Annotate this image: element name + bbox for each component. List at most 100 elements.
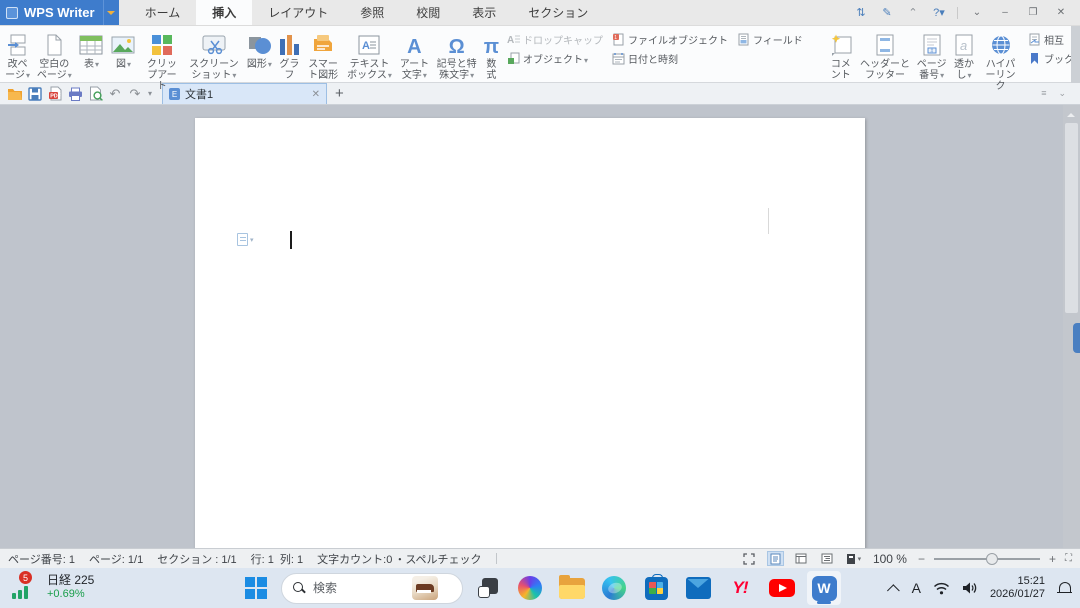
page-number-icon: # (921, 30, 943, 57)
status-spell-check[interactable]: ・スペルチェック (394, 551, 481, 567)
microsoft-store-button[interactable] (639, 571, 673, 605)
status-char-count[interactable]: 文字カウント:0 (317, 551, 392, 567)
smart-art-icon (310, 30, 336, 57)
view-mode-dropdown[interactable]: ▾ (845, 551, 862, 566)
bookmark-button[interactable]: ブック (1027, 50, 1074, 66)
outline-view-icon[interactable] (819, 551, 836, 566)
export-pdf-icon[interactable]: PDF (46, 86, 64, 102)
search-daily-art[interactable] (412, 576, 438, 600)
zoom-level[interactable]: 100 % (873, 552, 907, 566)
ime-indicator[interactable]: A (912, 580, 921, 596)
close-button[interactable]: ✕ (1052, 6, 1070, 20)
word-art-button[interactable]: A アート文字 (396, 29, 433, 82)
print-layout-view-icon[interactable] (767, 551, 784, 566)
app-badge[interactable]: WPS Writer (0, 0, 103, 25)
collapse-ribbon-icon[interactable]: ⌃ (905, 6, 921, 20)
date-time-button[interactable]: 日付と時刻 (611, 50, 728, 66)
clip-art-button[interactable]: クリップアート (139, 29, 184, 93)
screenshot-button[interactable]: スクリーンショット (184, 29, 243, 82)
fullscreen-view-icon[interactable] (741, 551, 758, 566)
field-button[interactable]: フィールド (736, 31, 803, 47)
svg-text:a: a (960, 38, 967, 53)
menu-tab-home[interactable]: ホーム (129, 0, 197, 25)
page-number-button[interactable]: # ページ番号 (913, 29, 950, 82)
restore-button[interactable]: ❐ (1024, 6, 1042, 20)
app-menu-caret[interactable] (103, 0, 119, 25)
scrollbar-thumb[interactable] (1065, 123, 1078, 313)
widgets-button[interactable]: 5 日経 225 +0.69% (10, 572, 94, 602)
text-box-button[interactable]: A テキストボックス (343, 29, 396, 82)
comment-button[interactable]: コメント (825, 29, 857, 82)
shapes-button[interactable]: 図形 (243, 29, 275, 71)
menu-tab-references[interactable]: 参照 (344, 0, 400, 25)
fit-page-icon[interactable]: ⛶ (1065, 553, 1072, 564)
new-tab-button[interactable]: + (335, 85, 344, 102)
zoom-slider[interactable] (934, 552, 1040, 566)
search-input[interactable] (313, 581, 405, 595)
yahoo-icon: Y! (733, 578, 748, 598)
web-layout-view-icon[interactable] (793, 551, 810, 566)
side-panel-handle[interactable] (1073, 323, 1080, 353)
start-button[interactable] (239, 571, 273, 605)
object-button[interactable]: オブジェクト (506, 50, 603, 66)
header-footer-button[interactable]: ヘッダーとフッター (857, 29, 913, 82)
menu-tab-layout[interactable]: レイアウト (252, 0, 344, 25)
save-icon[interactable] (26, 86, 44, 102)
document-tab[interactable]: E 文書1 ✕ (162, 83, 327, 104)
cross-reference-button[interactable]: 相互 (1027, 31, 1074, 47)
wifi-icon[interactable] (933, 581, 950, 595)
share-icon[interactable]: ⇅ (853, 6, 869, 20)
picture-button[interactable]: 図 (107, 29, 139, 71)
note-icon[interactable]: ✎ (879, 6, 895, 20)
system-tray: A 15:21 2026/01/27 (891, 568, 1072, 608)
wps-icon: W (812, 576, 837, 601)
help-icon[interactable]: ?▾ (931, 6, 947, 20)
menu-tab-review[interactable]: 校閲 (400, 0, 456, 25)
zoom-out-button[interactable]: − (918, 552, 925, 566)
insert-options-widget[interactable]: ▾ (237, 233, 254, 246)
smart-art-button[interactable]: スマート図形 (303, 29, 342, 82)
print-preview-icon[interactable] (86, 86, 104, 102)
ribbon-insert: 改ページ 空白のページ 表 図 クリップアート スクリーンショット (0, 26, 1080, 83)
hyperlink-button[interactable]: ハイパーリンク (978, 29, 1023, 93)
volume-icon[interactable] (962, 581, 978, 595)
scroll-up-arrow[interactable] (1067, 109, 1075, 117)
notification-bell-icon[interactable] (1057, 581, 1072, 596)
minimize-button[interactable]: – (996, 6, 1014, 20)
open-file-icon[interactable] (6, 86, 24, 102)
tab-list-icon[interactable]: ≡ (1041, 88, 1046, 99)
menu-tab-insert[interactable]: 挿入 (196, 0, 252, 25)
text-cursor (290, 231, 292, 249)
document-tab-close-icon[interactable]: ✕ (312, 89, 320, 100)
copilot-button[interactable] (513, 571, 547, 605)
equation-button[interactable]: π 数式 (481, 29, 502, 82)
symbol-button[interactable]: Ω 記号と特殊文字 (433, 29, 481, 82)
task-view-button[interactable] (471, 571, 505, 605)
zoom-in-button[interactable]: + (1049, 552, 1056, 566)
file-object-button[interactable]: 1 ファイルオブジェクト (611, 31, 728, 47)
taskbar-search[interactable] (281, 573, 463, 604)
status-bar-right: ▾ 100 % − + ⛶ (741, 551, 1072, 566)
skin-icon[interactable]: ⌄ (968, 6, 986, 20)
file-explorer-button[interactable] (555, 571, 589, 605)
menu-tab-view[interactable]: 表示 (456, 0, 512, 25)
tray-overflow-chevron[interactable] (891, 584, 900, 593)
break-page-button[interactable]: 改ページ (2, 29, 33, 82)
tab-overflow-icon[interactable]: ⌄ (1058, 88, 1066, 99)
menu-tab-section[interactable]: セクション (512, 0, 604, 25)
edge-button[interactable] (597, 571, 631, 605)
chart-button[interactable]: グラフ (275, 29, 303, 82)
outlook-button[interactable] (681, 571, 715, 605)
store-icon (645, 577, 668, 600)
blank-page-button[interactable]: 空白のページ (33, 29, 75, 82)
youtube-button[interactable] (765, 571, 799, 605)
wps-writer-button[interactable]: W (807, 571, 841, 605)
yahoo-button[interactable]: Y! (723, 571, 757, 605)
clock[interactable]: 15:21 2026/01/27 (990, 575, 1045, 601)
zoom-slider-thumb[interactable] (986, 553, 998, 565)
print-icon[interactable] (66, 86, 84, 102)
watermark-button[interactable]: a 透かし (950, 29, 978, 82)
undo-icon[interactable]: ↶ (106, 86, 124, 102)
document-page[interactable] (195, 118, 865, 548)
table-button[interactable]: 表 (75, 29, 107, 71)
